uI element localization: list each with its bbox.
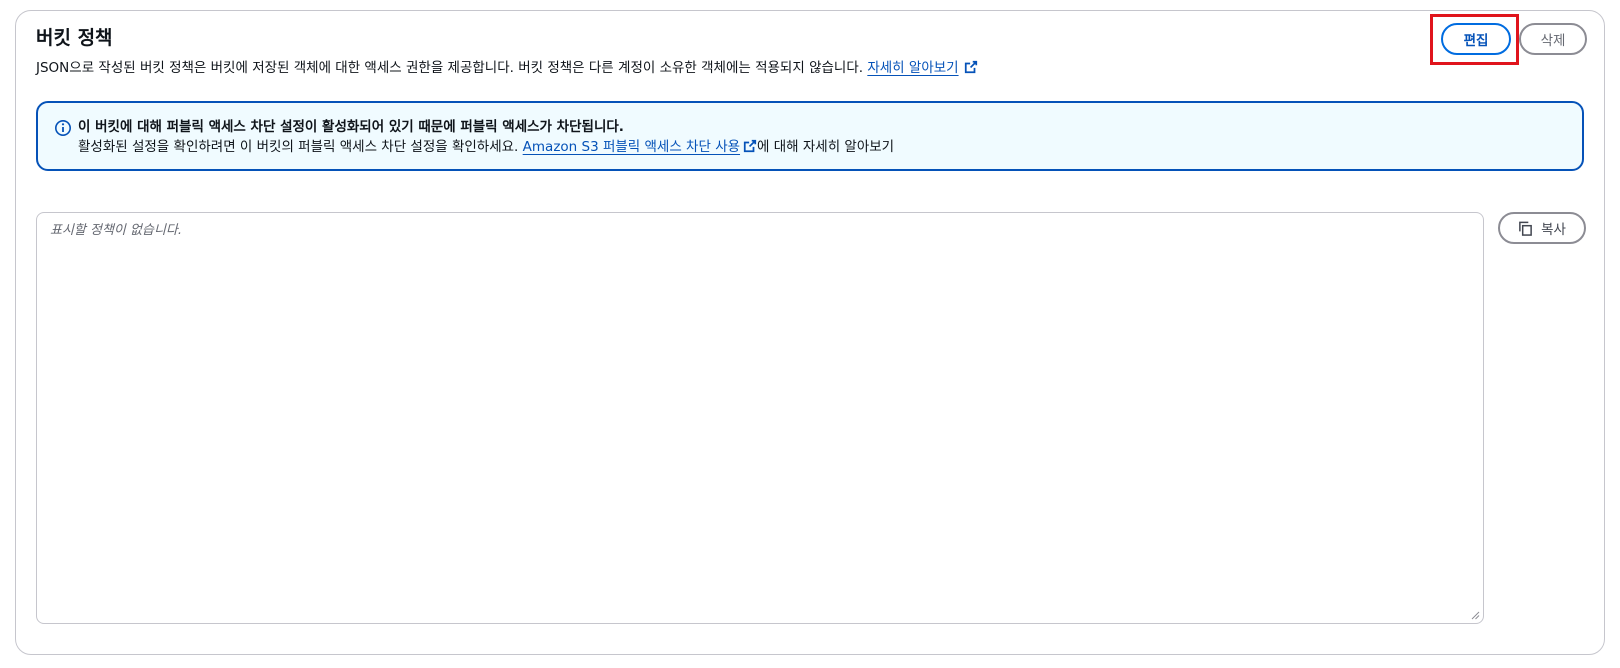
copy-button-label: 복사 bbox=[1541, 222, 1566, 238]
copy-icon bbox=[1519, 221, 1532, 236]
copy-button[interactable]: 복사 bbox=[1498, 212, 1586, 244]
section-description: JSON으로 작성된 버킷 정책은 버킷에 저장된 객체에 대한 액세스 권한을… bbox=[36, 58, 978, 78]
info-icon bbox=[55, 120, 71, 136]
external-link-icon bbox=[964, 60, 977, 74]
section-title: 버킷 정책 bbox=[36, 27, 113, 49]
alert-body-prefix: 활성화된 설정을 확인하려면 이 버킷의 퍼블릭 액세스 차단 설정을 확인하세… bbox=[78, 139, 519, 155]
alert-body: 활성화된 설정을 확인하려면 이 버킷의 퍼블릭 액세스 차단 설정을 확인하세… bbox=[78, 137, 894, 157]
bucket-policy-panel: 버킷 정책 JSON으로 작성된 버킷 정책은 버킷에 저장된 객체에 대한 액… bbox=[15, 10, 1605, 655]
block-public-access-link-text: Amazon S3 퍼블릭 액세스 차단 사용 bbox=[522, 139, 741, 155]
alert-title: 이 버킷에 대해 퍼블릭 액세스 차단 설정이 활성화되어 있기 때문에 퍼블릭… bbox=[78, 119, 624, 135]
delete-button[interactable]: 삭제 bbox=[1519, 23, 1587, 55]
learn-more-link-text: 자세히 알아보기 bbox=[867, 60, 959, 76]
block-public-access-link[interactable]: Amazon S3 퍼블릭 액세스 차단 사용 bbox=[523, 139, 757, 155]
description-text: JSON으로 작성된 버킷 정책은 버킷에 저장된 객체에 대한 액세스 권한을… bbox=[36, 60, 864, 76]
alert-body-suffix: 에 대해 자세히 알아보기 bbox=[757, 139, 895, 155]
learn-more-link[interactable]: 자세히 알아보기 bbox=[867, 60, 977, 76]
policy-placeholder: 표시할 정책이 없습니다. bbox=[50, 223, 182, 238]
external-link-icon bbox=[743, 139, 757, 153]
resize-grip-icon[interactable] bbox=[1471, 611, 1480, 620]
public-access-alert: 이 버킷에 대해 퍼블릭 액세스 차단 설정이 활성화되어 있기 때문에 퍼블릭… bbox=[36, 101, 1584, 171]
policy-textarea[interactable]: 표시할 정책이 없습니다. bbox=[36, 212, 1484, 624]
edit-button[interactable]: 편집 bbox=[1441, 23, 1511, 55]
